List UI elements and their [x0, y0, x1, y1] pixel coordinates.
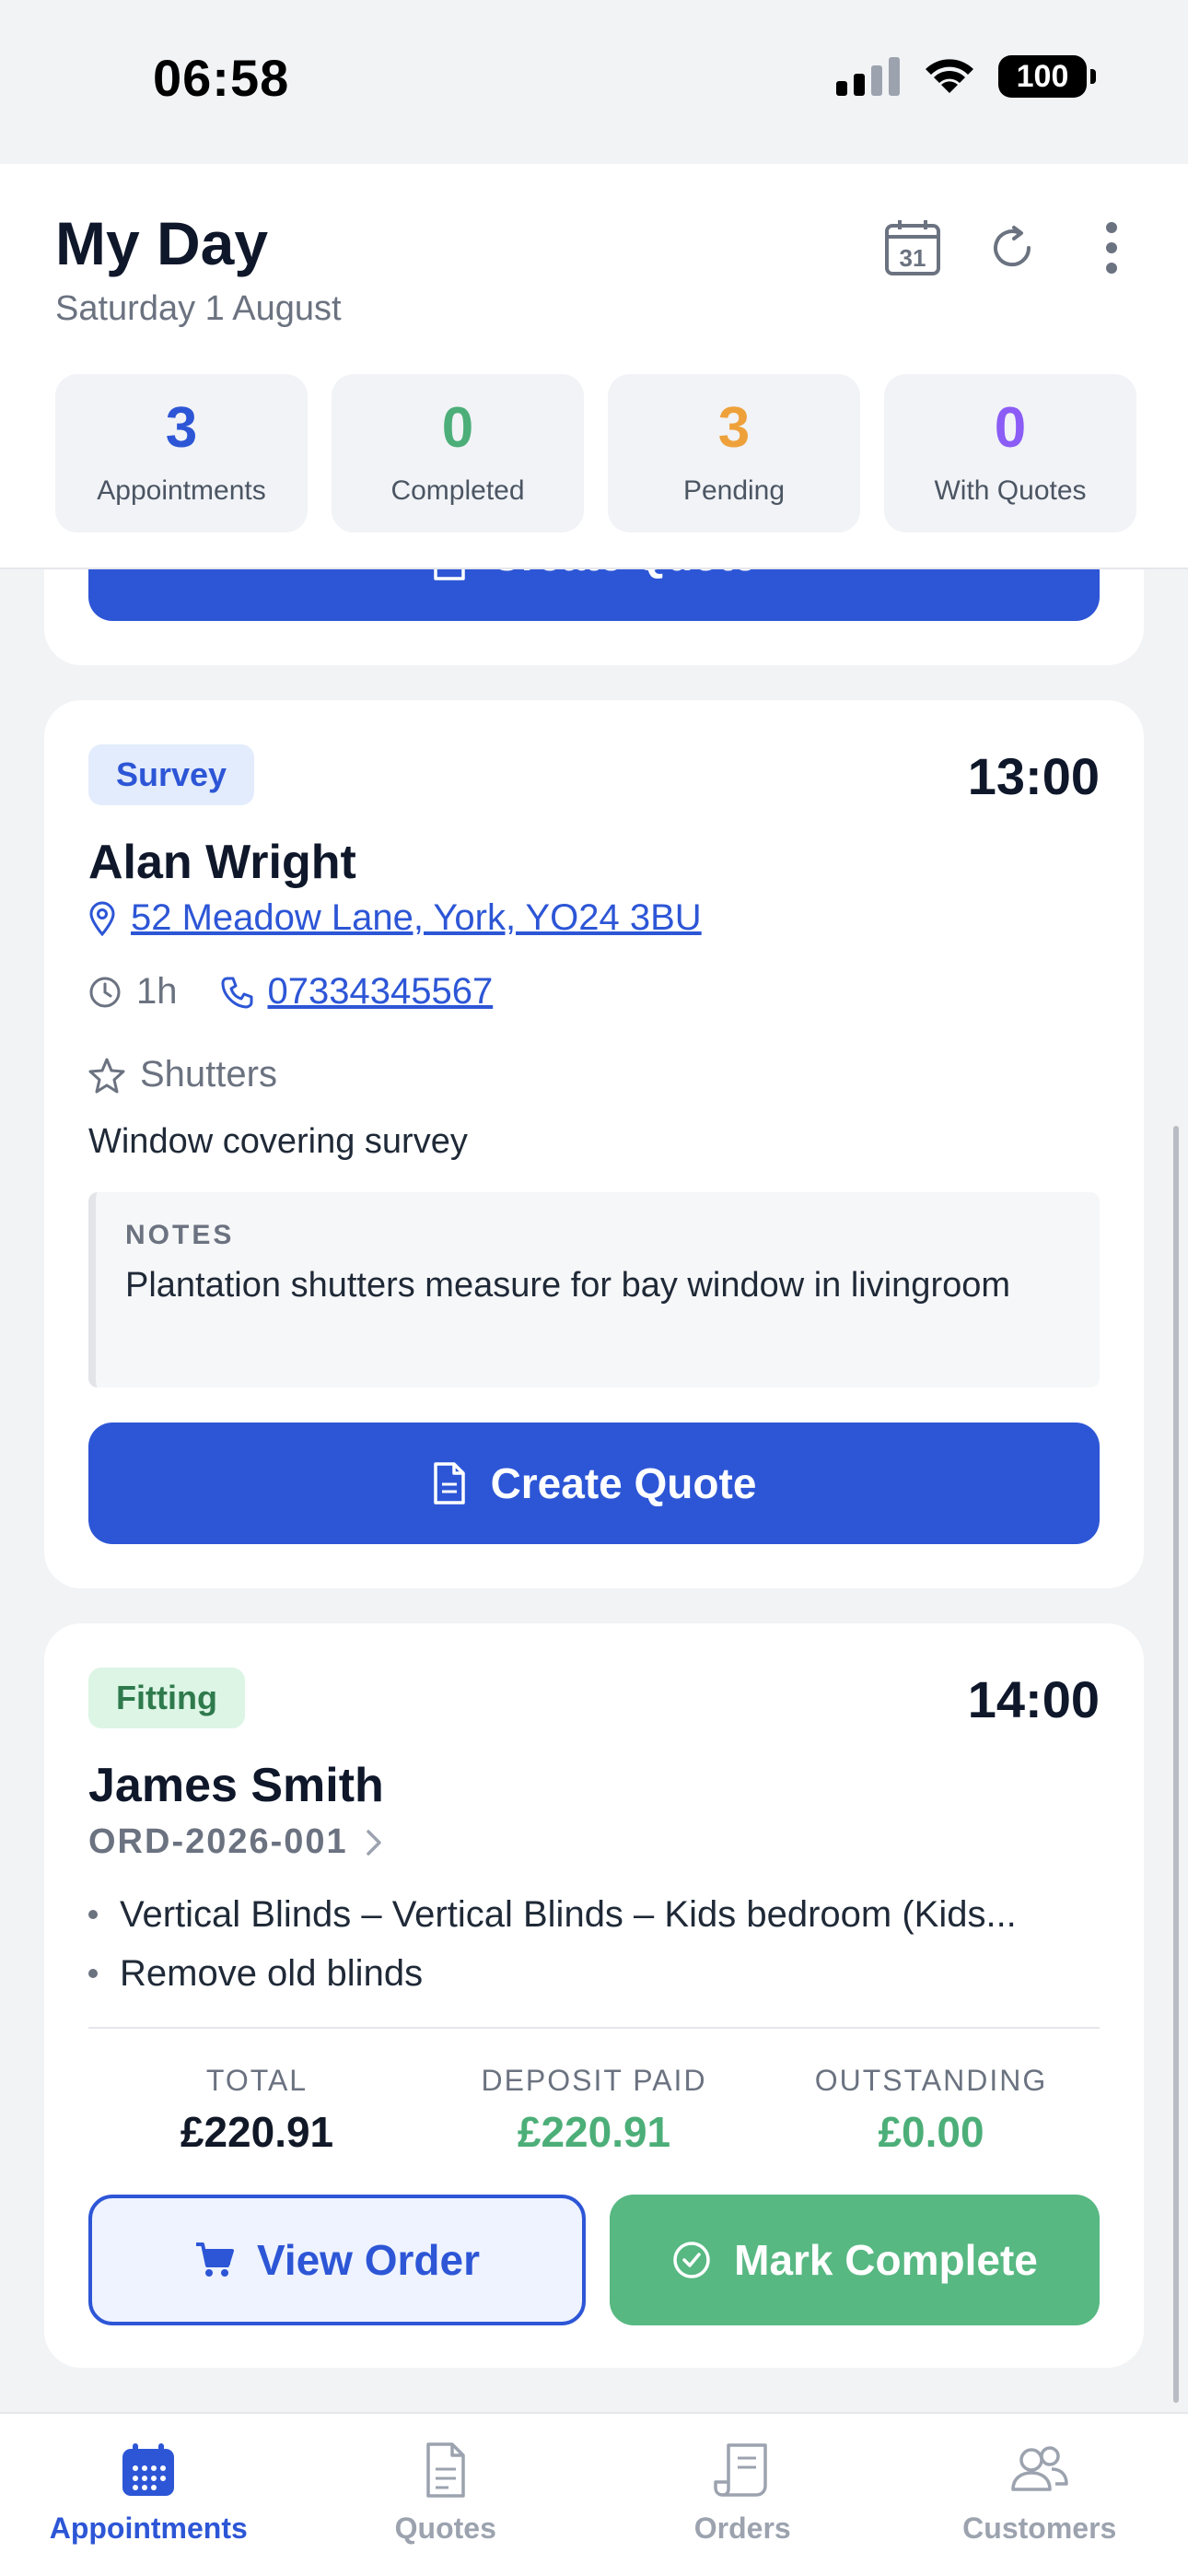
duration-text: 1h	[136, 971, 178, 1012]
total-label: TOTAL	[205, 2064, 309, 2097]
status-time: 06:58	[153, 49, 290, 107]
tab-label: Quotes	[394, 2512, 496, 2545]
stat-value: 0	[994, 396, 1027, 460]
tab-orders[interactable]: Orders	[594, 2414, 891, 2576]
stat-value: 0	[441, 396, 474, 460]
page-date: Saturday 1 August	[55, 289, 342, 328]
order-reference: ORD-2026-001	[88, 1822, 348, 1861]
notes-box: NOTES Plantation shutters measure for ba…	[88, 1192, 1100, 1388]
mark-complete-button[interactable]: Mark Complete	[610, 2195, 1100, 2325]
battery-indicator: 100	[998, 55, 1096, 98]
clock-icon	[89, 977, 121, 1007]
document-icon	[433, 1462, 465, 1505]
deposit-value: £220.91	[517, 2108, 671, 2156]
header-actions: 31	[880, 216, 1144, 280]
stat-label: Pending	[682, 475, 786, 506]
deposit-label: DEPOSIT PAID	[481, 2064, 707, 2097]
stats-row: 3 Appointments 0 Completed 3 Pending 0 W…	[55, 374, 1136, 533]
customer-name: James Smith	[88, 1759, 384, 1812]
calendar-button[interactable]: 31	[880, 216, 945, 280]
tab-label: Appointments	[49, 2512, 248, 2545]
list-item: Remove old blinds	[88, 1944, 1100, 2003]
calendar-day: 31	[900, 244, 926, 272]
order-items-list: Vertical Blinds – Vertical Blinds – Kids…	[88, 1885, 1100, 2003]
phone-link[interactable]: 07334345567	[268, 971, 494, 1013]
appointment-type-badge: Fitting	[88, 1668, 245, 1728]
appointment-type-badge: Survey	[88, 744, 255, 805]
status-bar: 06:58 100	[0, 0, 1188, 164]
star-icon	[88, 1058, 125, 1093]
document-icon	[426, 2442, 465, 2498]
calendar-icon: 31	[885, 220, 940, 275]
chevron-right-icon	[366, 1829, 381, 1856]
tab-label: Customers	[962, 2512, 1117, 2545]
outstanding-value: £0.00	[878, 2108, 984, 2156]
order-reference-link[interactable]: ORD-2026-001	[88, 1822, 385, 1862]
deposit-column: DEPOSIT PAID £220.91	[425, 2064, 763, 2157]
total-value: £220.91	[180, 2108, 334, 2156]
phone-icon	[221, 977, 252, 1008]
stat-value: 3	[717, 396, 751, 460]
product-row: Shutters	[88, 1054, 277, 1095]
signal-icon	[836, 57, 900, 96]
outstanding-column: OUTSTANDING £0.00	[763, 2064, 1100, 2157]
appointment-time: 13:00	[967, 747, 1100, 805]
duration-phone-row: 1h 07334345567	[88, 971, 493, 1013]
check-circle-icon	[673, 2242, 710, 2278]
refresh-button[interactable]	[980, 216, 1044, 280]
view-order-label: View Order	[256, 2236, 481, 2284]
wifi-icon	[926, 59, 973, 93]
stat-with-quotes[interactable]: 0 With Quotes	[884, 374, 1136, 533]
item-text: Vertical Blinds – Vertical Blinds – Kids…	[120, 1893, 1017, 1935]
outstanding-label: OUTSTANDING	[814, 2064, 1048, 2097]
stat-completed[interactable]: 0 Completed	[332, 374, 584, 533]
appointment-card-survey[interactable]: Survey 13:00 Alan Wright 52 Meadow Lane,…	[44, 700, 1144, 1588]
appointment-time: 14:00	[967, 1670, 1100, 1728]
stat-label: With Quotes	[934, 475, 1087, 506]
list-item: Vertical Blinds – Vertical Blinds – Kids…	[88, 1885, 1100, 1944]
item-text: Remove old blinds	[120, 1952, 424, 1994]
view-order-button[interactable]: View Order	[88, 2195, 586, 2325]
calendar-icon	[122, 2443, 175, 2496]
description-text: Window covering survey	[88, 1122, 468, 1161]
create-quote-button[interactable]: Create Quote	[88, 1423, 1100, 1544]
map-pin-icon	[89, 901, 115, 936]
stat-label: Appointments	[97, 475, 266, 506]
payment-totals: TOTAL £220.91 DEPOSIT PAID £220.91 OUTST…	[88, 2064, 1100, 2157]
stat-label: Completed	[390, 475, 525, 506]
appointment-card-fitting[interactable]: Fitting 14:00 James Smith ORD-2026-001 V…	[44, 1623, 1144, 2368]
tab-appointments[interactable]: Appointments	[0, 2414, 297, 2576]
stat-appointments[interactable]: 3 Appointments	[55, 374, 308, 533]
more-vertical-icon	[1106, 222, 1117, 274]
total-column: TOTAL £220.91	[88, 2064, 425, 2157]
scrollbar[interactable]	[1173, 1126, 1179, 2403]
tab-customers[interactable]: Customers	[891, 2414, 1188, 2576]
receipt-icon	[714, 2443, 767, 2497]
customer-name: Alan Wright	[88, 836, 356, 889]
address-row[interactable]: 52 Meadow Lane, York, YO24 3BU	[88, 897, 702, 939]
stat-value: 3	[165, 396, 198, 460]
mark-complete-label: Mark Complete	[734, 2236, 1038, 2284]
bottom-tab-bar: Appointments Quotes Orders Customers	[0, 2412, 1188, 2576]
product-text: Shutters	[140, 1054, 277, 1095]
notes-text: Plantation shutters measure for bay wind…	[125, 1266, 1011, 1305]
address-link[interactable]: 52 Meadow Lane, York, YO24 3BU	[131, 897, 702, 939]
status-icons: 100	[836, 55, 1096, 98]
cart-icon	[195, 2242, 234, 2277]
users-icon	[1011, 2446, 1068, 2491]
tab-quotes[interactable]: Quotes	[297, 2414, 595, 2576]
header: My Day Saturday 1 August 31 3 Appointmen…	[0, 164, 1188, 569]
page-title: My Day	[55, 209, 269, 277]
more-options-button[interactable]	[1079, 216, 1144, 280]
refresh-icon	[994, 226, 1031, 267]
create-quote-label: Create Quote	[490, 1459, 757, 1507]
stat-pending[interactable]: 3 Pending	[608, 374, 860, 533]
notes-label: NOTES	[125, 1220, 235, 1250]
divider	[88, 2027, 1100, 2029]
tab-label: Orders	[693, 2512, 791, 2545]
